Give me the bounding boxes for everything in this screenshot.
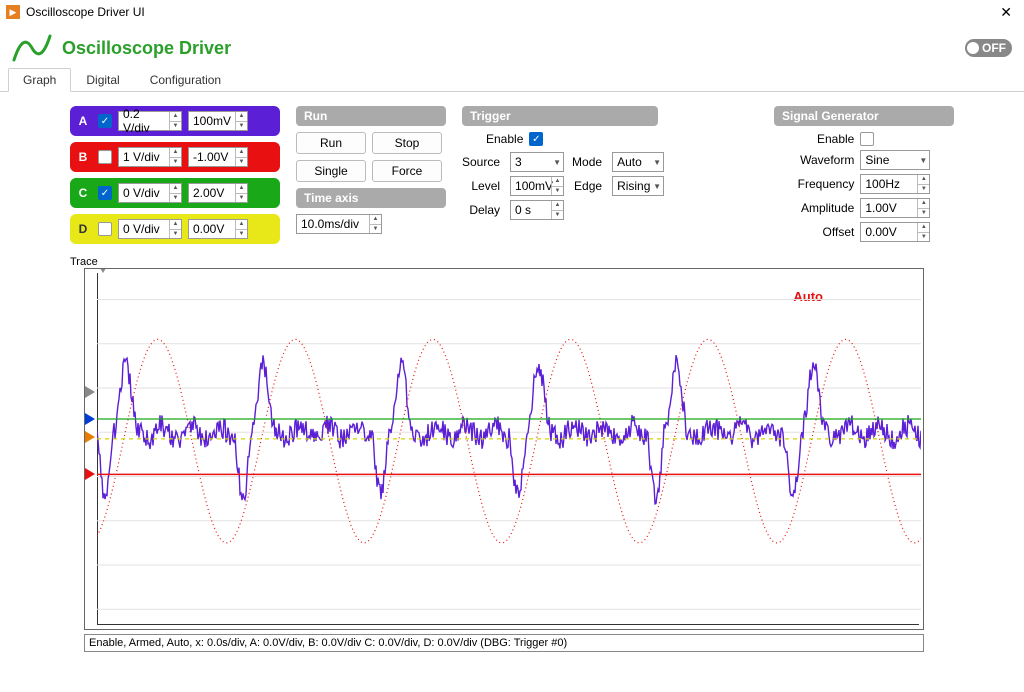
channel-b-enable-checkbox[interactable] <box>98 150 112 164</box>
siggen-offset-label: Offset <box>774 225 854 239</box>
trigger-delay-spinner[interactable]: 0 s▲▼ <box>510 200 564 220</box>
channel-c-label: C <box>74 186 92 200</box>
channel-b-vdiv-spinner[interactable]: 1 V/div▲▼ <box>118 147 182 167</box>
tab-config[interactable]: Configuration <box>135 68 236 91</box>
trace-label: Trace <box>70 256 98 268</box>
window-title: Oscilloscope Driver UI <box>26 5 994 19</box>
titlebar: ▶ Oscilloscope Driver UI ✕ <box>0 0 1024 24</box>
power-toggle[interactable]: OFF <box>965 39 1012 57</box>
run-button[interactable]: Run <box>296 132 366 154</box>
channel-b-offset-spinner[interactable]: -1.00V▲▼ <box>188 147 248 167</box>
toggle-label: OFF <box>982 41 1006 55</box>
channel-b-row: B 1 V/div▲▼ -1.00V▲▼ <box>70 142 280 172</box>
siggen-enable-label: Enable <box>774 132 854 146</box>
stop-button[interactable]: Stop <box>372 132 442 154</box>
spin-down-icon: ▼ <box>170 122 181 131</box>
logo-icon <box>12 32 52 64</box>
channel-a-row: A ✓ 0.2 V/div▲▼ 100mV▲▼ <box>70 106 280 136</box>
siggen-waveform-label: Waveform <box>774 153 854 167</box>
header: Oscilloscope Driver OFF <box>0 24 1024 68</box>
trigger-edge-label: Edge <box>572 179 604 193</box>
timeaxis-spinner[interactable]: 10.0ms/div▲▼ <box>296 214 382 234</box>
channel-d-row: D 0 V/div▲▼ 0.00V▲▼ <box>70 214 280 244</box>
siggen-enable-checkbox[interactable] <box>860 132 874 146</box>
app-icon: ▶ <box>6 5 20 19</box>
level-marker[interactable] <box>85 431 95 443</box>
trigger-enable-checkbox[interactable]: ✓ <box>529 132 543 146</box>
siggen-panel: Signal Generator Enable Waveform Sine▼ F… <box>774 106 954 242</box>
channel-list: A ✓ 0.2 V/div▲▼ 100mV▲▼ B 1 V/div▲▼ -1.0… <box>70 106 280 244</box>
chevron-down-icon: ▼ <box>553 153 561 171</box>
channel-d-offset-spinner[interactable]: 0.00V▲▼ <box>188 219 248 239</box>
app-window: ▶ Oscilloscope Driver UI ✕ Oscilloscope … <box>0 0 1024 692</box>
trigger-source-select[interactable]: 3▼ <box>510 152 564 172</box>
toggle-knob <box>967 42 979 54</box>
siggen-freq-spinner[interactable]: 100Hz▲▼ <box>860 174 930 194</box>
channel-c-offset-spinner[interactable]: 2.00V▲▼ <box>188 183 248 203</box>
controls-row: A ✓ 0.2 V/div▲▼ 100mV▲▼ B 1 V/div▲▼ -1.0… <box>0 92 1024 250</box>
channel-a-offset-spinner[interactable]: 100mV▲▼ <box>188 111 248 131</box>
siggen-freq-label: Frequency <box>774 177 854 191</box>
trace-plot[interactable]: Auto <box>84 268 924 630</box>
siggen-header: Signal Generator <box>774 106 954 126</box>
timeaxis-panel: Time axis 10.0ms/div▲▼ <box>296 188 446 234</box>
tab-graph[interactable]: Graph <box>8 68 71 92</box>
level-marker[interactable] <box>85 386 95 398</box>
channel-c-vdiv-spinner[interactable]: 0 V/div▲▼ <box>118 183 182 203</box>
waveform-canvas <box>97 273 921 627</box>
channel-c-row: C ✓ 0 V/div▲▼ 2.00V▲▼ <box>70 178 280 208</box>
level-marker[interactable] <box>85 413 95 425</box>
trigger-source-label: Source <box>462 155 502 169</box>
channel-d-vdiv-spinner[interactable]: 0 V/div▲▼ <box>118 219 182 239</box>
siggen-offset-spinner[interactable]: 0.00V▲▼ <box>860 222 930 242</box>
channel-a-enable-checkbox[interactable]: ✓ <box>98 114 112 128</box>
trigger-level-label: Level <box>462 179 502 193</box>
force-button[interactable]: Force <box>372 160 442 182</box>
level-marker[interactable] <box>85 468 95 480</box>
trigger-mode-select[interactable]: Auto▼ <box>612 152 664 172</box>
siggen-amp-label: Amplitude <box>774 201 854 215</box>
trigger-edge-select[interactable]: Rising▼ <box>612 176 664 196</box>
tabstrip: Graph Digital Configuration <box>0 68 1024 92</box>
run-time-column: Run Run Stop Single Force Time axis 10.0… <box>296 106 446 234</box>
app-title: Oscilloscope Driver <box>62 38 965 59</box>
siggen-amp-spinner[interactable]: 1.00V▲▼ <box>860 198 930 218</box>
run-panel: Run Run Stop Single Force <box>296 106 446 182</box>
channel-d-enable-checkbox[interactable] <box>98 222 112 236</box>
trigger-mode-label: Mode <box>572 155 604 169</box>
trigger-enable-label: Enable <box>486 132 525 146</box>
timeaxis-header: Time axis <box>296 188 446 208</box>
siggen-waveform-select[interactable]: Sine▼ <box>860 150 930 170</box>
spin-up-icon: ▲ <box>170 112 181 122</box>
single-button[interactable]: Single <box>296 160 366 182</box>
trigger-delay-label: Delay <box>462 203 502 217</box>
trigger-header: Trigger <box>462 106 658 126</box>
trigger-panel: Trigger Enable ✓ Source 3▼ Mode Auto▼ Le… <box>462 106 664 220</box>
trace-area: Trace Auto <box>70 254 954 630</box>
run-header: Run <box>296 106 446 126</box>
channel-a-label: A <box>74 114 92 128</box>
status-bar: Enable, Armed, Auto, x: 0.0s/div, A: 0.0… <box>84 634 924 652</box>
channel-a-vdiv-spinner[interactable]: 0.2 V/div▲▼ <box>118 111 182 131</box>
channel-d-label: D <box>74 222 92 236</box>
tab-digital[interactable]: Digital <box>71 68 134 91</box>
channel-c-enable-checkbox[interactable]: ✓ <box>98 186 112 200</box>
close-icon[interactable]: ✕ <box>994 4 1018 21</box>
channel-b-label: B <box>74 150 92 164</box>
trigger-level-spinner[interactable]: 100mV▲▼ <box>510 176 564 196</box>
